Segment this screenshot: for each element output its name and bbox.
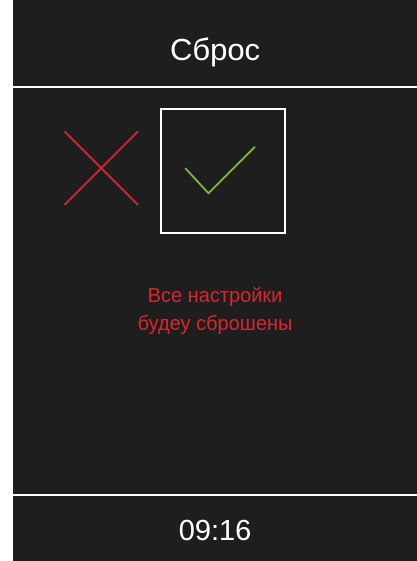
device-screen: Сброс Все настройки будеу сброшены 09:16 (13, 0, 417, 561)
warning-line-2: будеу сброшены (137, 313, 293, 335)
page-title: Сброс (169, 32, 261, 67)
confirm-button[interactable] (160, 108, 286, 234)
cross-icon (63, 130, 139, 206)
reset-warning-message: Все настройки будеу сброшены (13, 282, 417, 338)
warning-line-1: Все настройки (147, 285, 283, 307)
header-divider (13, 86, 417, 88)
cancel-button[interactable] (45, 108, 171, 234)
footer-divider (13, 494, 417, 496)
check-icon (184, 146, 256, 195)
clock-time: 09:16 (178, 515, 252, 547)
